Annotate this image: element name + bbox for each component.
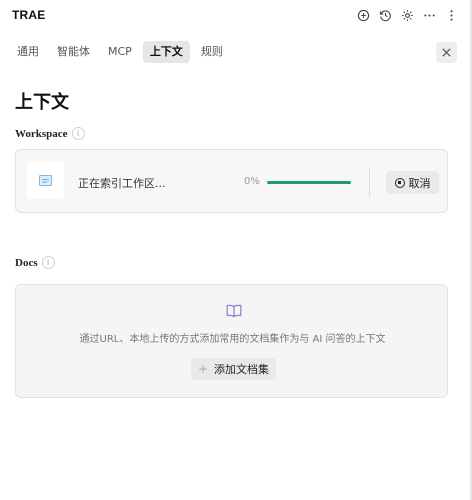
workspace-section-label: Workspace i [15, 127, 85, 140]
docs-section-label: Docs i [15, 256, 55, 269]
folder-icon [39, 175, 52, 186]
tab-context[interactable]: 上下文 [142, 41, 190, 63]
settings-tabs: 通用 智能体 MCP 上下文 规则 [10, 41, 230, 63]
toolbar-icons [352, 5, 462, 25]
stop-icon [394, 177, 405, 188]
add-docs-label: 添加文档集 [214, 363, 270, 376]
cancel-label: 取消 [408, 176, 431, 190]
book-icon [226, 304, 242, 318]
tab-general[interactable]: 通用 [10, 41, 46, 63]
add-chat-icon[interactable] [352, 5, 374, 25]
close-button[interactable] [436, 42, 457, 63]
app-title: TRAE [12, 8, 46, 22]
close-icon [442, 48, 451, 57]
add-docs-button[interactable]: + 添加文档集 [191, 358, 276, 380]
page-title: 上下文 [15, 92, 69, 113]
docs-card: 通过URL、本地上传的方式添加常用的文档集作为与 AI 问答的上下文 + 添加文… [15, 284, 448, 398]
divider [369, 167, 370, 197]
tab-agents[interactable]: 智能体 [50, 41, 97, 63]
workspace-thumbnail [27, 162, 64, 199]
progress-bar [267, 181, 351, 184]
docs-description: 通过URL、本地上传的方式添加常用的文档集作为与 AI 问答的上下文 [79, 334, 386, 345]
top-bar: TRAE [0, 0, 472, 30]
docs-label: Docs [15, 256, 38, 269]
progress-percent: 0% [244, 176, 260, 187]
settings-icon[interactable] [396, 5, 418, 25]
info-icon[interactable]: i [71, 127, 85, 140]
more-horizontal-icon[interactable] [418, 5, 440, 25]
more-vertical-icon[interactable] [440, 5, 462, 25]
tab-mcp[interactable]: MCP [101, 41, 139, 63]
history-icon[interactable] [374, 5, 396, 25]
indexing-status: 正在索引工作区... [78, 177, 166, 190]
workspace-card: 正在索引工作区... 0% 取消 [15, 149, 448, 213]
info-icon[interactable]: i [41, 256, 55, 269]
tab-rules[interactable]: 规则 [194, 41, 230, 63]
cancel-button[interactable]: 取消 [386, 171, 439, 194]
plus-icon: + [197, 362, 209, 376]
workspace-label: Workspace [15, 127, 68, 140]
